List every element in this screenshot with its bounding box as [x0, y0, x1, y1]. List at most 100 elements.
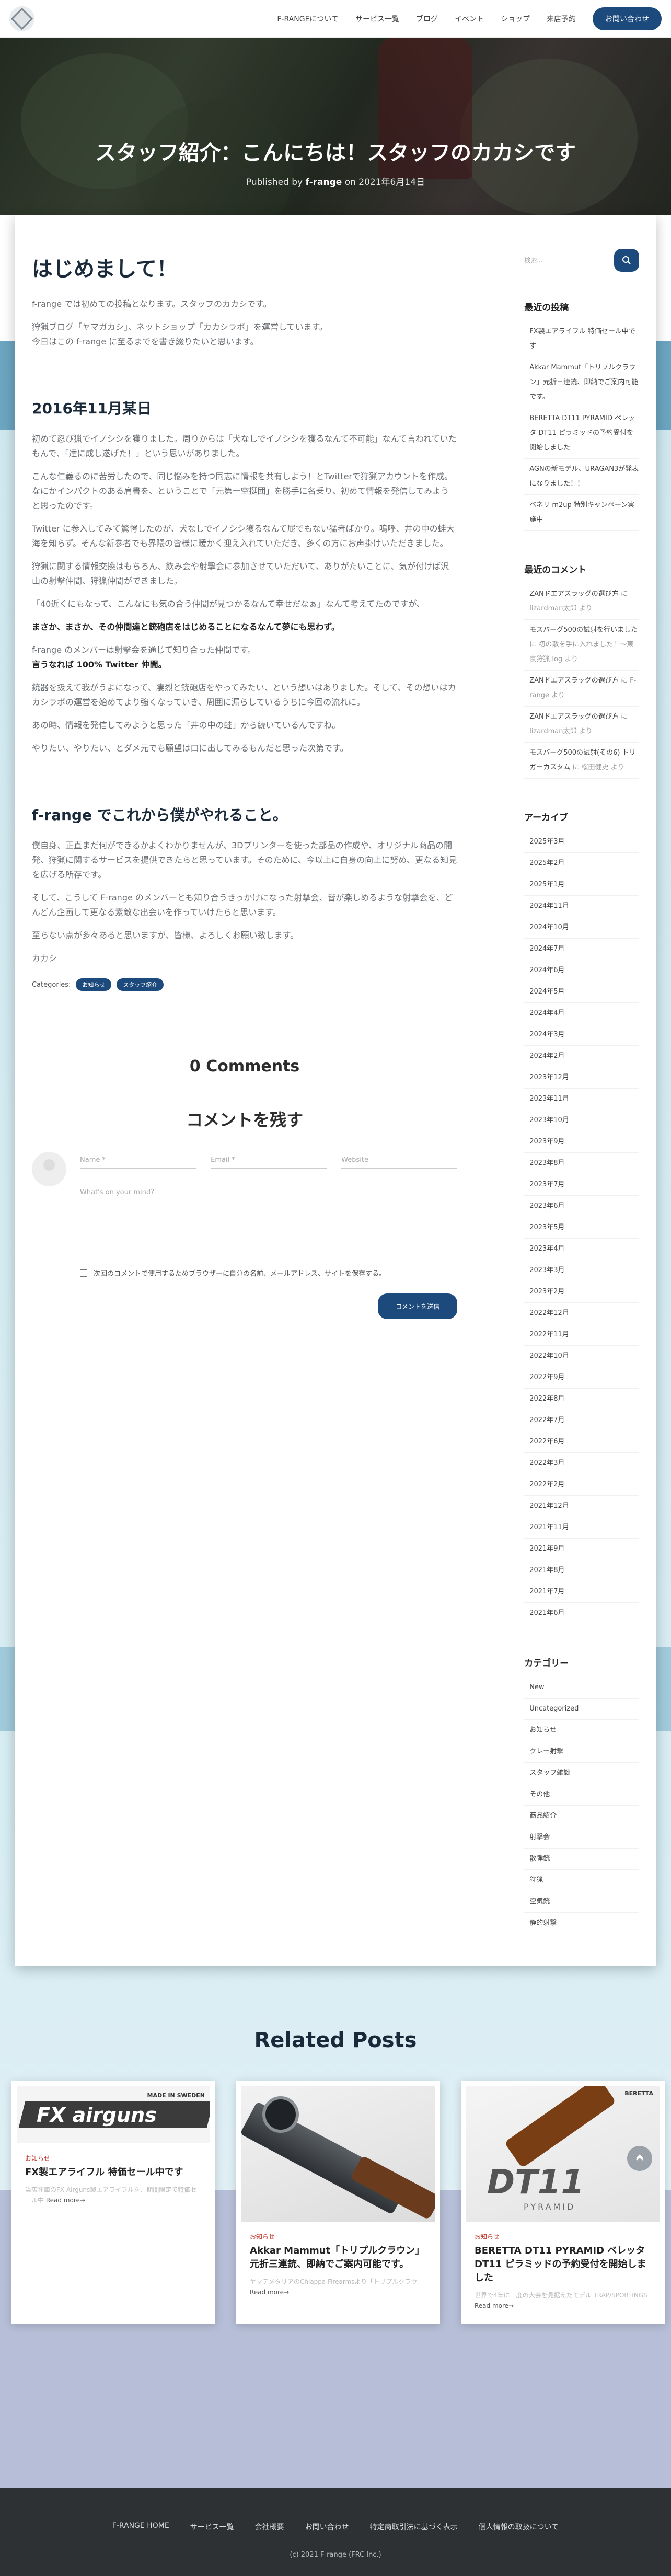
archive-link[interactable]: 2022年2月 — [524, 1474, 639, 1496]
archive-link[interactable]: 2022年10月 — [524, 1346, 639, 1367]
footer-link[interactable]: 個人情報の取扱について — [479, 2522, 559, 2532]
archive-link[interactable]: 2023年4月 — [524, 1239, 639, 1260]
archive-link[interactable]: 2021年6月 — [524, 1603, 639, 1624]
recent-comment[interactable]: モスバーグ500の試射(その6) トリガーカスタム に 桜田健史 より — [524, 743, 639, 779]
recent-post-link[interactable]: ベネリ m2up 特別キャンペーン実施中 — [524, 495, 639, 531]
archive-link[interactable]: 2024年10月 — [524, 917, 639, 939]
archive-link[interactable]: 2021年11月 — [524, 1517, 639, 1539]
category-pill[interactable]: スタッフ紹介 — [117, 978, 164, 991]
footer-link[interactable]: 特定商取引法に基づく表示 — [370, 2522, 458, 2532]
archive-link[interactable]: 2023年11月 — [524, 1089, 639, 1110]
archive-link[interactable]: 2025年1月 — [524, 874, 639, 896]
related-post-title[interactable]: Akkar Mammut「トリプルクラウン」元折三連銃、即納でご案内可能です。 — [250, 2244, 426, 2271]
archive-link[interactable]: 2023年10月 — [524, 1110, 639, 1131]
archive-link[interactable]: 2021年12月 — [524, 1496, 639, 1517]
archive-link[interactable]: 2024年3月 — [524, 1024, 639, 1046]
archive-link[interactable]: 2023年7月 — [524, 1174, 639, 1196]
archive-link[interactable]: 2022年12月 — [524, 1303, 639, 1324]
nav-reservation[interactable]: 来店予約 — [547, 14, 576, 24]
archive-link[interactable]: 2021年7月 — [524, 1581, 639, 1603]
search-input[interactable]: 検索... — [524, 251, 604, 269]
name-field[interactable]: Name * — [80, 1152, 196, 1169]
category-link[interactable]: 散弾銃 — [524, 1849, 639, 1870]
footer-link[interactable]: お問い合わせ — [305, 2522, 349, 2532]
recent-post-link[interactable]: BERETTA DT11 PYRAMID ベレッタ DT11 ピラミッドの予約受… — [524, 408, 639, 459]
archive-link[interactable]: 2022年3月 — [524, 1453, 639, 1474]
archive-link[interactable]: 2024年7月 — [524, 939, 639, 960]
read-more-link[interactable]: Read more→ — [46, 2197, 85, 2204]
archive-link[interactable]: 2022年8月 — [524, 1389, 639, 1410]
paragraph: こんな仁義るのに苦労したので、同じ悩みを持つ同志に情報を共有しよう！とTwitt… — [32, 471, 453, 511]
footer-link[interactable]: 会社概要 — [255, 2522, 284, 2532]
recent-comment[interactable]: モスバーグ500の試射を行いました に 初の散を手に入れました！～東京狩猟.lo… — [524, 620, 639, 671]
category-link[interactable]: 静的射撃 — [524, 1913, 639, 1934]
archive-link[interactable]: 2023年2月 — [524, 1281, 639, 1303]
category-link[interactable]: お知らせ — [524, 1720, 639, 1741]
recent-comment[interactable]: ZANドエアスラッグの選び方 に F-range より — [524, 671, 639, 707]
search-button[interactable] — [614, 249, 639, 272]
recent-post-link[interactable]: Akkar Mammut「トリプルクラウン」元折三連銃、即納でご案内可能です。 — [524, 357, 639, 408]
archive-link[interactable]: 2024年6月 — [524, 960, 639, 981]
category-link[interactable]: スタッフ雑談 — [524, 1763, 639, 1784]
site-logo[interactable] — [9, 6, 34, 31]
archive-link[interactable]: 2023年5月 — [524, 1217, 639, 1239]
archive-link[interactable]: 2022年11月 — [524, 1324, 639, 1346]
category-link[interactable]: 射撃会 — [524, 1827, 639, 1849]
category-link[interactable]: その他 — [524, 1784, 639, 1806]
nav-events[interactable]: イベント — [455, 14, 484, 24]
archive-link[interactable]: 2024年4月 — [524, 1003, 639, 1024]
archive-link[interactable]: 2023年9月 — [524, 1131, 639, 1153]
related-post-title[interactable]: BERETTA DT11 PYRAMID ベレッタ DT11 ピラミッドの予約受… — [475, 2244, 651, 2285]
recent-post-link[interactable]: AGNの新モデル、URAGAN3が発表になりました！！ — [524, 459, 639, 495]
nav-blog[interactable]: ブログ — [416, 14, 438, 24]
archive-link[interactable]: 2023年3月 — [524, 1260, 639, 1281]
category-link[interactable]: New — [524, 1677, 639, 1699]
recent-comment[interactable]: ZANドエアスラッグの選び方 に lizardman太郎 より — [524, 584, 639, 620]
related-post-card[interactable]: お知らせ Akkar Mammut「トリプルクラウン」元折三連銃、即納でご案内可… — [236, 2081, 440, 2324]
recent-post-link[interactable]: FX製エアライフル 特価セール中です — [524, 321, 639, 357]
archive-link[interactable]: 2021年8月 — [524, 1560, 639, 1581]
archive-link[interactable]: 2023年6月 — [524, 1196, 639, 1217]
archive-link[interactable]: 2021年9月 — [524, 1539, 639, 1560]
archive-link[interactable]: 2025年3月 — [524, 831, 639, 853]
page-title: スタッフ紹介：こんにちは！スタッフのカカシです — [95, 141, 576, 165]
archive-link[interactable]: 2024年5月 — [524, 981, 639, 1003]
comment-textarea[interactable]: What's on your mind? — [80, 1184, 458, 1252]
nav-services[interactable]: サービス一覧 — [355, 14, 399, 24]
paragraph: あの時、情報を発信してみようと思った「井の中の蛙」から続いているんですね。 — [32, 720, 341, 730]
category-link[interactable]: クレー射撃 — [524, 1741, 639, 1763]
category-link[interactable]: 商品紹介 — [524, 1806, 639, 1827]
read-more-link[interactable]: Read more→ — [475, 2302, 514, 2309]
email-field[interactable]: Email * — [211, 1152, 327, 1169]
nav-shop[interactable]: ショップ — [501, 14, 530, 24]
read-more-link[interactable]: Read more→ — [250, 2289, 289, 2296]
related-post-card[interactable]: BERETTA DT11 PYRAMID お知らせ BERETTA DT11 P… — [461, 2081, 665, 2324]
website-field[interactable]: Website — [341, 1152, 458, 1169]
related-post-card[interactable]: FX airguns MADE IN SWEDEN お知らせ FX製エアライフル… — [11, 2081, 215, 2324]
chevron-up-icon — [636, 2154, 643, 2161]
back-to-top-button[interactable] — [627, 2146, 652, 2171]
category-link[interactable]: Uncategorized — [524, 1699, 639, 1720]
archive-link[interactable]: 2022年7月 — [524, 1410, 639, 1431]
archive-link[interactable]: 2022年6月 — [524, 1431, 639, 1453]
save-info-checkbox[interactable] — [80, 1269, 87, 1277]
footer-link[interactable]: サービス一覧 — [190, 2522, 234, 2532]
archive-link[interactable]: 2023年12月 — [524, 1067, 639, 1089]
footer-link[interactable]: F-RANGE HOME — [112, 2522, 169, 2532]
archive-link[interactable]: 2025年2月 — [524, 853, 639, 874]
nav-about[interactable]: F-RANGEについて — [277, 14, 339, 24]
related-post-title[interactable]: FX製エアライフル 特価セール中です — [25, 2166, 202, 2179]
submit-comment-button[interactable]: コメントを送信 — [378, 1293, 458, 1319]
category-pill[interactable]: お知らせ — [76, 978, 112, 991]
archive-link[interactable]: 2022年9月 — [524, 1367, 639, 1389]
archive-link[interactable]: 2023年8月 — [524, 1153, 639, 1174]
category-link[interactable]: 空気銃 — [524, 1891, 639, 1913]
paragraph: 至らない点が多々あると思いますが、皆様、よろしくお願い致します。 — [32, 930, 299, 940]
related-post-category: お知らせ — [250, 2233, 275, 2240]
category-link[interactable]: 狩猟 — [524, 1870, 639, 1891]
contact-button[interactable]: お問い合わせ — [593, 7, 662, 30]
archive-link[interactable]: 2024年11月 — [524, 896, 639, 917]
recent-comment[interactable]: ZANドエアスラッグの選び方 に lizardman太郎 より — [524, 707, 639, 743]
archive-link[interactable]: 2024年2月 — [524, 1046, 639, 1067]
post-author[interactable]: f-range — [305, 177, 342, 188]
